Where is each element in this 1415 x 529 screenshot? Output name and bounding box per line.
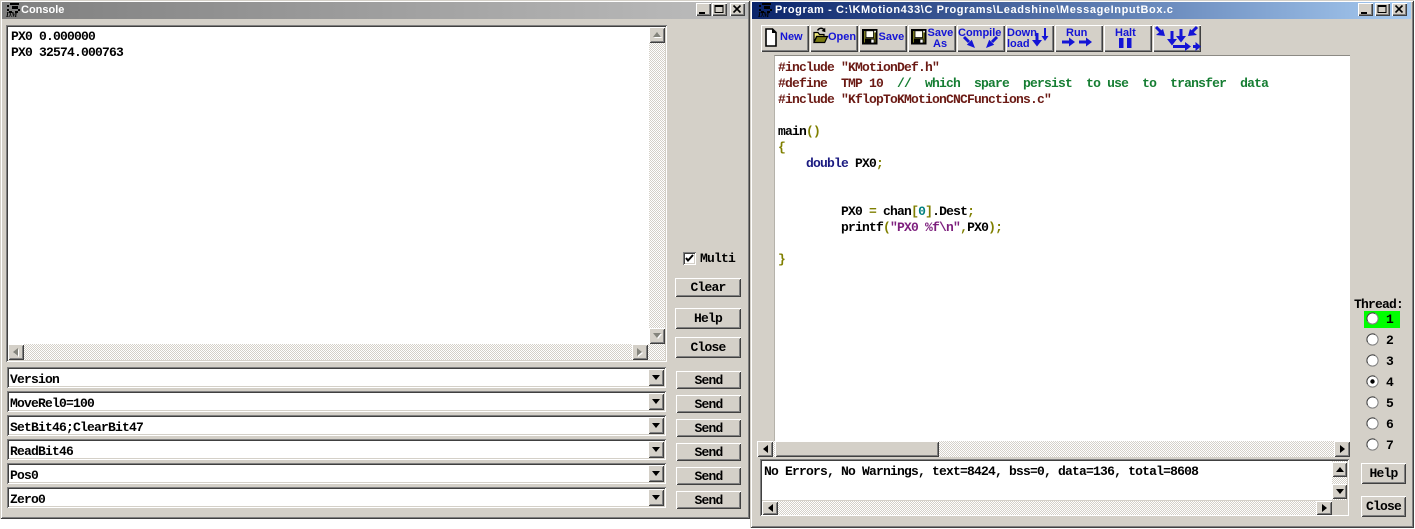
svg-text:Save: Save [879, 31, 905, 43]
svg-text:Run: Run [1066, 27, 1088, 39]
svg-text:Open: Open [828, 31, 856, 43]
svg-text:Halt: Halt [1115, 27, 1136, 39]
svg-text:DM: DM [757, 11, 770, 18]
svg-text:DM: DM [5, 11, 18, 18]
svg-text:load: load [1007, 38, 1030, 50]
svg-text:As: As [933, 38, 947, 50]
svg-text:New: New [780, 31, 803, 43]
